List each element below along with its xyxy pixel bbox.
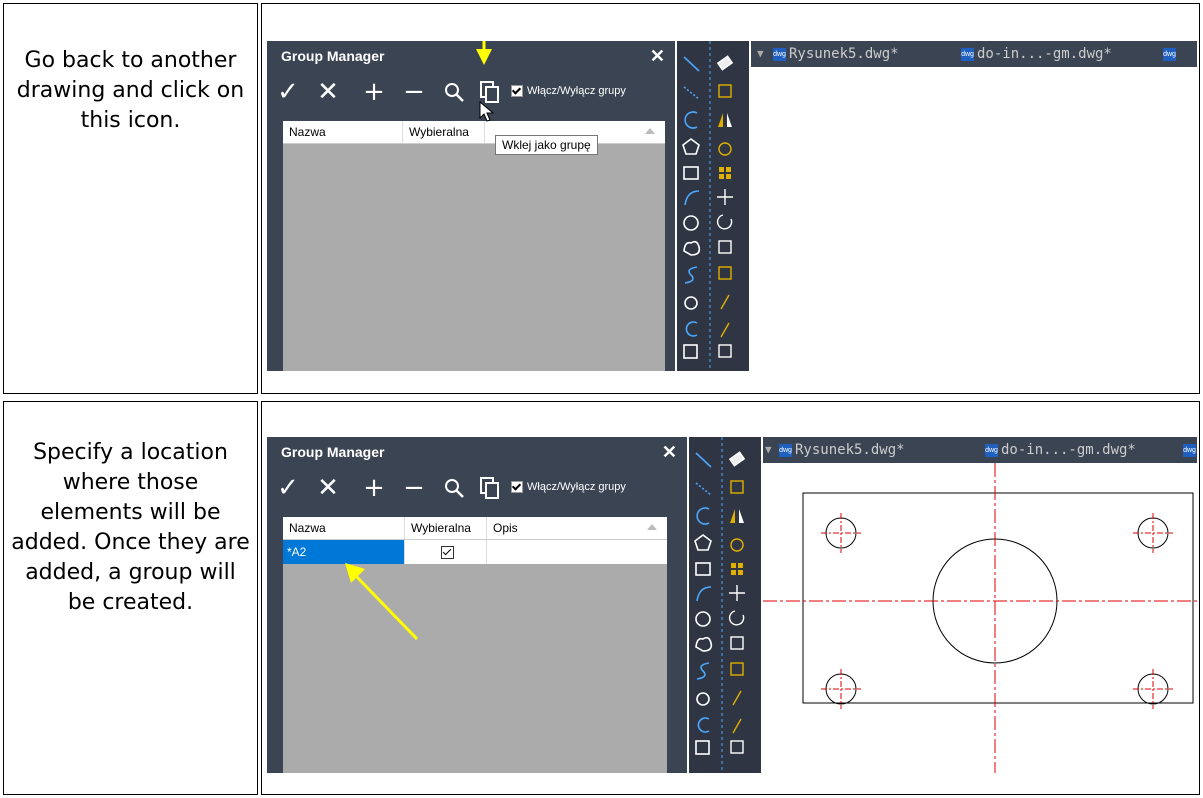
group-manager-title: Group Manager ✕ xyxy=(267,41,675,71)
draw-toolbar xyxy=(677,41,749,371)
close-icon[interactable]: ✕ xyxy=(662,437,677,467)
remove-group-icon[interactable]: − xyxy=(401,471,427,505)
column-header-description[interactable]: Opis xyxy=(487,517,667,539)
column-header-name[interactable]: Nazwa xyxy=(283,517,405,539)
draw-toolbar xyxy=(689,437,761,773)
step-row-2: Specify a location where those elements … xyxy=(3,401,1200,795)
tab-do-in-gm-label: do-in...-gm.dwg* xyxy=(1001,442,1136,458)
tab-do-in-gm-label: do-in...-gm.dwg* xyxy=(977,46,1112,62)
dwg-file-icon: dwg xyxy=(961,47,974,61)
group-manager-title-text: Group Manager xyxy=(281,444,385,460)
toggle-groups-checkbox[interactable]: Włącz/Wyłącz grupy xyxy=(511,83,626,99)
tab-next[interactable]: dwg xyxy=(1163,41,1179,67)
group-manager-toolbar: ✓ ✕ + − Włącz/Wyłącz grupy xyxy=(275,471,687,505)
cancel-icon[interactable]: ✕ xyxy=(315,75,341,109)
step-1-description: Go back to another drawing and click on … xyxy=(16,48,245,133)
tab-rysunek5-label: Rysunek5.dwg* xyxy=(795,442,905,458)
toggle-groups-checkbox[interactable]: Włącz/Wyłącz grupy xyxy=(511,479,626,495)
toggle-groups-label: Włącz/Wyłącz grupy xyxy=(527,85,626,97)
paste-as-group-icon[interactable] xyxy=(477,471,503,505)
paste-as-group-tooltip: Wklej jako grupę xyxy=(495,135,598,155)
close-icon[interactable]: ✕ xyxy=(650,41,665,71)
remove-group-icon[interactable]: − xyxy=(401,75,427,109)
dwg-file-icon: dwg xyxy=(1183,443,1196,457)
table-header: Nazwa Wybieralna xyxy=(283,121,665,144)
tab-do-in-gm[interactable]: dwg do-in...-gm.dwg* xyxy=(985,437,1136,463)
document-tabs: ▼ dwg Rysunek5.dwg* dwg do-in...-gm.dwg* d… xyxy=(751,41,1197,67)
tab-do-in-gm[interactable]: dwg do-in...-gm.dwg* xyxy=(961,41,1112,67)
step-1-description-cell: Go back to another drawing and click on … xyxy=(3,3,258,394)
group-manager-title-text: Group Manager xyxy=(281,48,385,64)
checkbox-icon xyxy=(511,481,523,494)
document-tabs: ▼ dwg Rysunek5.dwg* dwg do-in...-gm.dwg* d… xyxy=(763,437,1197,463)
groups-table: Nazwa Wybieralna xyxy=(283,121,665,371)
tab-next[interactable]: dwg xyxy=(1183,437,1197,463)
tutorial-table: Go back to another drawing and click on … xyxy=(0,0,1203,798)
search-icon[interactable] xyxy=(441,471,467,505)
tab-rysunek5[interactable]: dwg Rysunek5.dwg* xyxy=(779,437,905,463)
step-1-screenshot-cell: Group Manager ✕ ✓ ✕ + − Włącz/Wyłącz grup… xyxy=(261,3,1200,394)
step-1-screenshot: Group Manager ✕ ✓ ✕ + − Włącz/Wyłącz grup… xyxy=(267,41,1197,371)
tabs-dropdown-icon[interactable]: ▼ xyxy=(765,437,772,463)
group-manager-panel: Group Manager ✕ ✓ ✕ + − Włącz/Wyłącz grup… xyxy=(267,437,687,773)
group-description-cell[interactable] xyxy=(487,540,667,564)
table-header: Nazwa Wybieralna Opis xyxy=(283,517,667,540)
step-2-screenshot: Group Manager ✕ ✓ ✕ + − Włącz/Wyłącz grup… xyxy=(267,437,1197,773)
tab-rysunek5-label: Rysunek5.dwg* xyxy=(789,46,899,62)
confirm-icon[interactable]: ✓ xyxy=(275,471,301,505)
sort-arrow-icon xyxy=(645,128,655,134)
group-manager-title: Group Manager ✕ xyxy=(267,437,687,467)
draw-tools-icons xyxy=(682,41,734,371)
tab-rysunek5[interactable]: dwg Rysunek5.dwg* xyxy=(773,41,899,67)
confirm-icon[interactable]: ✓ xyxy=(275,75,301,109)
step-2-description-cell: Specify a location where those elements … xyxy=(3,401,258,795)
group-manager-panel: Group Manager ✕ ✓ ✕ + − Włącz/Wyłącz grup… xyxy=(267,41,675,371)
dwg-file-icon: dwg xyxy=(779,443,792,457)
group-manager-toolbar: ✓ ✕ + − Włącz/Wyłącz grupy xyxy=(275,75,675,109)
step-2-screenshot-cell: Group Manager ✕ ✓ ✕ + − Włącz/Wyłącz grup… xyxy=(261,401,1200,795)
mouse-cursor-icon xyxy=(479,101,495,122)
add-group-icon[interactable]: + xyxy=(361,471,387,505)
dwg-file-icon: dwg xyxy=(773,47,786,61)
search-icon[interactable] xyxy=(441,75,467,109)
arrow-indicator-icon xyxy=(476,41,492,65)
draw-tools-icons xyxy=(694,437,746,773)
dwg-file-icon: dwg xyxy=(1163,47,1176,61)
step-row-1: Go back to another drawing and click on … xyxy=(3,3,1200,394)
cancel-icon[interactable]: ✕ xyxy=(315,471,341,505)
tabs-dropdown-icon[interactable]: ▼ xyxy=(757,41,764,67)
dwg-file-icon: dwg xyxy=(985,443,998,457)
step-2-description: Specify a location where those elements … xyxy=(11,440,250,615)
add-group-icon[interactable]: + xyxy=(361,75,387,109)
drawing-canvas[interactable] xyxy=(763,463,1197,773)
sort-arrow-icon xyxy=(647,524,657,530)
column-header-selectable[interactable]: Wybieralna xyxy=(405,517,487,539)
column-header-name[interactable]: Nazwa xyxy=(283,121,403,143)
checkbox-icon xyxy=(511,85,523,98)
arrow-indicator-icon xyxy=(345,563,419,641)
column-header-selectable[interactable]: Wybieralna xyxy=(403,121,485,143)
selectable-checkbox-icon[interactable] xyxy=(441,546,454,560)
toggle-groups-label: Włącz/Wyłącz grupy xyxy=(527,481,626,493)
